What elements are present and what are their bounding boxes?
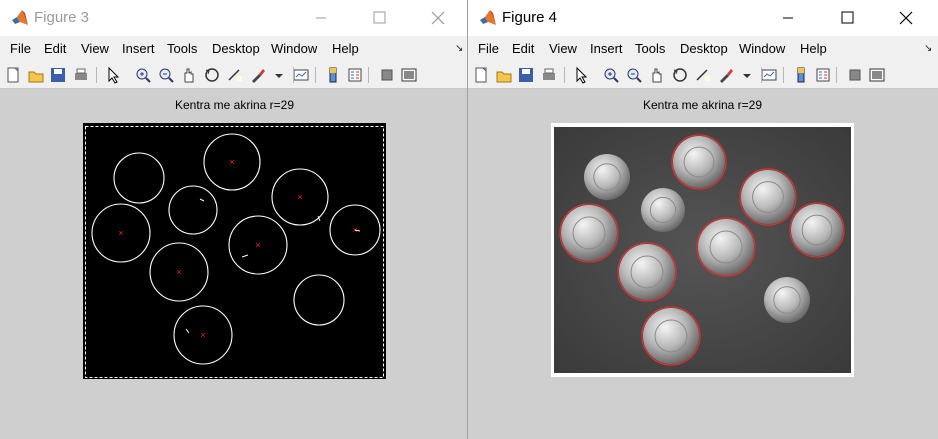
toolbar-separator (564, 67, 565, 83)
hide-plot-tools-icon[interactable] (378, 66, 396, 84)
menu-file[interactable]: File (10, 41, 31, 57)
zoom-out-icon[interactable] (157, 66, 175, 84)
menu-window[interactable]: Window (271, 41, 317, 57)
coin (641, 306, 701, 366)
coin (641, 188, 685, 232)
toolbar-separator (315, 67, 316, 83)
menu-insert[interactable]: Insert (590, 41, 623, 57)
coin (789, 202, 845, 258)
data-cursor-icon[interactable] (694, 66, 712, 84)
menubar: File Edit View Insert Tools Desktop Wind… (468, 37, 938, 61)
menu-insert[interactable]: Insert (122, 41, 155, 57)
menu-overflow-icon[interactable]: ↘ (455, 43, 463, 54)
pan-icon[interactable] (180, 66, 198, 84)
close-button[interactable] (425, 6, 451, 30)
new-figure-icon[interactable] (472, 66, 490, 84)
print-icon[interactable] (540, 66, 558, 84)
save-icon[interactable] (49, 66, 67, 84)
toolbar-separator (96, 67, 97, 83)
menu-window[interactable]: Window (739, 41, 785, 57)
save-icon[interactable] (517, 66, 535, 84)
hide-plot-tools-icon[interactable] (846, 66, 864, 84)
toolbar-separator (836, 67, 837, 83)
toolbar-separator (293, 67, 294, 83)
zoom-out-icon[interactable] (625, 66, 643, 84)
figure-3-window: Figure 3 File Edit View Insert Tools Des… (0, 0, 468, 439)
figure-4-titlebar[interactable]: Figure 4 (468, 0, 938, 36)
coin (696, 217, 756, 277)
menu-help[interactable]: Help (332, 41, 359, 57)
maximize-button[interactable] (834, 6, 860, 30)
brush-icon[interactable] (717, 66, 735, 84)
coin (559, 203, 619, 263)
show-plot-tools-icon[interactable] (868, 66, 886, 84)
figure-4-window: Figure 4 File Edit View Insert Tools Des… (468, 0, 938, 439)
menubar: File Edit View Insert Tools Desktop Wind… (0, 37, 467, 61)
center-marker: × (200, 330, 205, 340)
pointer-icon[interactable] (104, 66, 122, 84)
link-plot-icon[interactable] (292, 66, 310, 84)
minimize-button[interactable] (308, 6, 334, 30)
toolbar-separator (368, 67, 369, 83)
window-title: Figure 3 (34, 9, 90, 26)
dropdown-arrow-icon[interactable] (270, 66, 288, 84)
coin (584, 154, 630, 200)
open-file-icon[interactable] (27, 66, 45, 84)
show-plot-tools-icon[interactable] (400, 66, 418, 84)
menu-edit[interactable]: Edit (512, 41, 534, 57)
figure-toolbar (0, 62, 467, 89)
coin (671, 134, 727, 190)
menu-tools[interactable]: Tools (635, 41, 665, 57)
pan-icon[interactable] (648, 66, 666, 84)
rotate-3d-icon[interactable] (203, 66, 221, 84)
menu-overflow-icon[interactable]: ↘ (924, 43, 932, 54)
menu-help[interactable]: Help (800, 41, 827, 57)
legend-icon[interactable] (814, 66, 832, 84)
open-file-icon[interactable] (495, 66, 513, 84)
menu-view[interactable]: View (81, 41, 109, 57)
matlab-logo-icon (480, 10, 496, 25)
data-cursor-icon[interactable] (226, 66, 244, 84)
menu-tools[interactable]: Tools (167, 41, 197, 57)
maximize-button[interactable] (366, 6, 392, 30)
center-marker: × (229, 157, 234, 167)
new-figure-icon[interactable] (4, 66, 22, 84)
rotate-3d-icon[interactable] (671, 66, 689, 84)
zoom-in-icon[interactable] (602, 66, 620, 84)
colorbar-icon[interactable] (324, 66, 342, 84)
link-plot-icon[interactable] (760, 66, 778, 84)
figure-toolbar (468, 62, 938, 89)
edge-image-axes[interactable]: ××××××× (0, 89, 467, 439)
print-icon[interactable] (72, 66, 90, 84)
center-marker: × (176, 267, 181, 277)
window-title: Figure 4 (502, 9, 558, 26)
dropdown-arrow-icon[interactable] (738, 66, 756, 84)
coin-image-axes[interactable] (468, 89, 938, 439)
coin (739, 168, 797, 226)
colorbar-icon[interactable] (792, 66, 810, 84)
menu-file[interactable]: File (478, 41, 499, 57)
figure-3-titlebar[interactable]: Figure 3 (0, 0, 467, 36)
close-button[interactable] (893, 6, 919, 30)
coin (764, 277, 810, 323)
center-marker: × (255, 240, 260, 250)
menu-desktop[interactable]: Desktop (212, 41, 260, 57)
menu-view[interactable]: View (549, 41, 577, 57)
minimize-button[interactable] (775, 6, 801, 30)
figure-4-canvas: Kentra me akrina r=29 (468, 89, 938, 439)
coin (617, 242, 677, 302)
figure-3-canvas: Kentra me akrina r=29 ××××××× (0, 89, 467, 439)
menu-desktop[interactable]: Desktop (680, 41, 728, 57)
menu-edit[interactable]: Edit (44, 41, 66, 57)
toolbar-separator (761, 67, 762, 83)
legend-icon[interactable] (346, 66, 364, 84)
zoom-in-icon[interactable] (134, 66, 152, 84)
pointer-icon[interactable] (572, 66, 590, 84)
toolbar-separator (783, 67, 784, 83)
brush-icon[interactable] (249, 66, 267, 84)
center-marker: × (297, 192, 302, 202)
center-marker: × (118, 228, 123, 238)
matlab-logo-icon (12, 10, 28, 25)
